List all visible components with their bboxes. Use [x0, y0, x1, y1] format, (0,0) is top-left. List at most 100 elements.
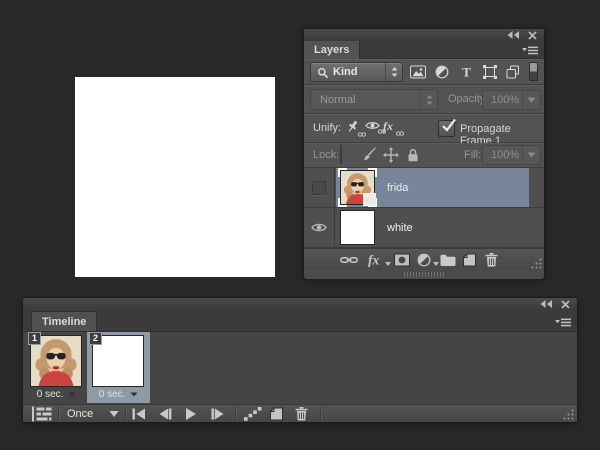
pixel-filter-icon[interactable]: [410, 65, 426, 78]
unify-visibility-icon[interactable]: [365, 120, 380, 131]
delete-layer-icon[interactable]: [485, 253, 498, 267]
blend-mode-value: Normal: [320, 94, 355, 106]
new-group-icon[interactable]: [440, 254, 456, 266]
layer-name: white: [387, 222, 413, 234]
timeline-panel: Timeline 1 0 sec. 2 0 sec.: [22, 297, 578, 423]
selection-bracket: [338, 198, 347, 207]
resize-grip-icon[interactable]: [563, 409, 574, 420]
duplicate-frame-icon[interactable]: [270, 407, 283, 420]
visibility-empty-box: [312, 181, 326, 195]
panel-bottom-strip: [304, 270, 544, 279]
spinner-icon: [385, 63, 402, 81]
opacity-value-box[interactable]: 100%: [482, 90, 541, 110]
frame-duration-dropdown[interactable]: 0 sec.: [87, 389, 150, 400]
selection-bracket: [338, 168, 347, 177]
chevron-down-icon: [522, 91, 540, 109]
unify-row: Unify: fx Propagate Frame 1: [304, 114, 544, 143]
visibility-toggle[interactable]: [304, 208, 335, 247]
chevron-down-icon: [433, 262, 439, 266]
frames-strip: 1 0 sec. 2 0 sec.: [23, 332, 577, 404]
layer-row-frida[interactable]: frida: [304, 168, 544, 208]
close-icon[interactable]: [528, 31, 537, 40]
opacity-value: 100%: [491, 94, 519, 106]
type-filter-icon[interactable]: T: [460, 65, 473, 79]
panel-menu-icon[interactable]: [555, 318, 571, 327]
new-adjustment-layer-icon[interactable]: [417, 253, 431, 267]
layers-tab-strip: Layers: [304, 41, 544, 59]
spinner-icon: [420, 90, 437, 109]
layer-row-white[interactable]: white: [304, 208, 544, 248]
next-frame-icon[interactable]: [211, 408, 224, 419]
loop-chevron-down-icon[interactable]: [109, 410, 119, 417]
layer-thumbnail[interactable]: [340, 170, 375, 205]
first-frame-icon[interactable]: [132, 408, 146, 419]
layers-panel: Layers Kind T: [303, 28, 545, 279]
timeline-controls-bar: Once: [23, 404, 577, 422]
eye-icon: [311, 222, 327, 233]
timeline-tab-strip: Timeline: [23, 310, 577, 332]
kind-filter-dropdown[interactable]: Kind: [310, 62, 403, 82]
photoshop-workspace: { "app": { "background": "#282828" }, "c…: [0, 0, 600, 450]
kind-filter-value: Kind: [333, 66, 357, 78]
lock-position-icon[interactable]: [383, 147, 399, 163]
panel-menu-icon[interactable]: [522, 46, 538, 55]
drag-handle[interactable]: [404, 272, 444, 277]
filter-row: Kind T: [304, 59, 544, 85]
collapse-to-icons-icon[interactable]: [540, 300, 553, 308]
frame-2[interactable]: 2 0 sec.: [87, 332, 150, 403]
document-canvas[interactable]: [75, 77, 275, 277]
link-layers-icon[interactable]: [340, 255, 358, 265]
smart-object-filter-icon[interactable]: [506, 65, 520, 79]
layer-style-fx-icon[interactable]: fx: [368, 253, 384, 267]
unify-style-icon[interactable]: fx: [383, 120, 398, 133]
resize-grip-icon[interactable]: [531, 258, 542, 269]
play-icon[interactable]: [186, 408, 196, 420]
frame-number-badge: 2: [89, 332, 102, 345]
collapse-to-icons-icon[interactable]: [507, 31, 520, 39]
layer-list: frida white: [304, 168, 544, 248]
layer-thumbnail[interactable]: [340, 210, 375, 245]
lock-row: Lock: Fill: 100%: [304, 143, 544, 168]
unify-position-icon[interactable]: [346, 120, 360, 134]
layers-panel-footer: fx: [304, 248, 544, 270]
visibility-toggle[interactable]: [304, 168, 335, 207]
layer-name: frida: [387, 182, 408, 194]
svg-text:fx: fx: [368, 253, 379, 267]
frame-number-badge: 1: [28, 332, 41, 345]
fill-value-box[interactable]: 100%: [482, 145, 541, 165]
frame-duration-dropdown[interactable]: 0 sec.: [26, 389, 87, 400]
blend-row: Normal Opacity: 100%: [304, 85, 544, 114]
new-layer-icon[interactable]: [463, 253, 476, 266]
svg-text:T: T: [462, 65, 471, 79]
shape-filter-icon[interactable]: [483, 65, 497, 79]
chevron-down-icon: [522, 146, 540, 164]
add-layer-mask-icon[interactable]: [394, 253, 410, 266]
unify-label: Unify:: [313, 122, 341, 134]
frame-1[interactable]: 1 0 sec.: [26, 332, 87, 403]
lock-all-icon[interactable]: [407, 148, 419, 162]
previous-frame-icon[interactable]: [159, 408, 172, 419]
layers-panel-titlebar: [304, 29, 544, 41]
smart-object-badge-icon: [363, 193, 376, 206]
convert-to-video-timeline-icon[interactable]: [32, 406, 54, 421]
tab-timeline[interactable]: Timeline: [31, 311, 97, 331]
delete-frame-icon[interactable]: [295, 407, 308, 421]
fill-label: Fill:: [464, 149, 481, 161]
propagate-frame-checkbox[interactable]: [438, 120, 455, 137]
lock-label: Lock:: [313, 149, 339, 161]
close-icon[interactable]: [561, 300, 570, 309]
selection-bracket: [368, 168, 377, 177]
adjustment-filter-icon[interactable]: [435, 65, 449, 79]
lock-pixels-icon[interactable]: [362, 148, 377, 163]
search-icon: [317, 67, 329, 79]
blend-mode-dropdown[interactable]: Normal: [310, 89, 438, 110]
filter-toggle-switch[interactable]: [529, 62, 538, 81]
tab-layers[interactable]: Layers: [304, 41, 360, 59]
timeline-panel-titlebar: [23, 298, 577, 310]
svg-text:fx: fx: [383, 120, 393, 133]
chevron-down-icon: [385, 262, 391, 266]
tween-icon[interactable]: [244, 407, 262, 421]
fill-value: 100%: [491, 149, 519, 161]
lock-transparency-icon[interactable]: [340, 146, 342, 164]
loop-dropdown[interactable]: Once: [67, 408, 93, 420]
